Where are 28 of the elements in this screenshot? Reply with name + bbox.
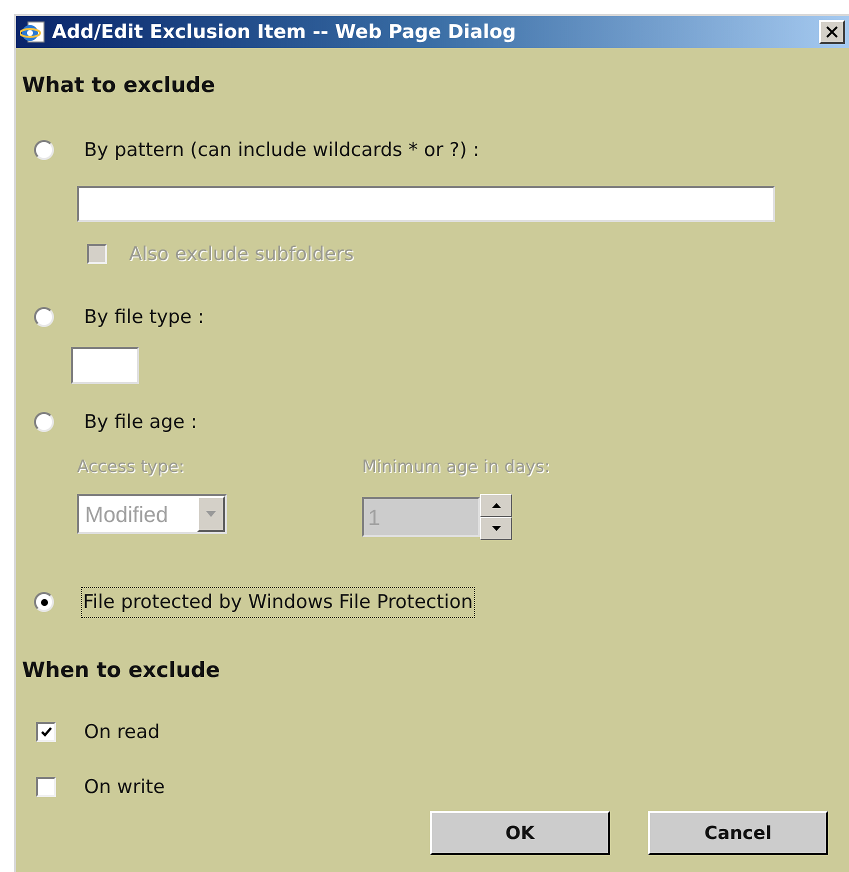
radio-button[interactable] (34, 306, 54, 327)
checkbox[interactable] (36, 776, 56, 797)
checkbox-label: On read (84, 720, 160, 745)
radio-button[interactable] (34, 592, 54, 612)
option-label: By file type : (84, 304, 204, 330)
checkbox-label: On write (84, 774, 165, 800)
checkbox-label: Also exclude subfolders (129, 242, 354, 267)
close-icon (826, 26, 838, 38)
option-label: File protected by Windows File Protection (82, 588, 474, 616)
section-heading: When to exclude (22, 656, 220, 684)
option-label: By file age : (84, 410, 198, 435)
checkmark-icon (40, 726, 52, 739)
minimum-age-label: Minimum age in days: (362, 456, 550, 478)
checkbox[interactable] (36, 722, 56, 742)
window-title: Add/Edit Exclusion Item -- Web Page Dialog (52, 20, 516, 45)
close-button[interactable] (819, 20, 845, 44)
dialog-button[interactable]: Cancel (648, 811, 828, 855)
browser-icon (20, 19, 46, 45)
dialog-button[interactable]: OK (430, 811, 610, 855)
access-type-label: Access type: (77, 456, 186, 478)
section-heading: What to exclude (22, 72, 216, 99)
file-type-field[interactable] (71, 347, 139, 384)
dropdown-arrow-icon (206, 511, 216, 517)
pattern-field[interactable] (77, 186, 775, 222)
up-arrow-icon (492, 503, 500, 508)
option-label: By pattern (can include wildcards * or ?) : (84, 138, 480, 162)
radio-button[interactable] (34, 140, 54, 160)
down-arrow-icon (492, 526, 500, 531)
